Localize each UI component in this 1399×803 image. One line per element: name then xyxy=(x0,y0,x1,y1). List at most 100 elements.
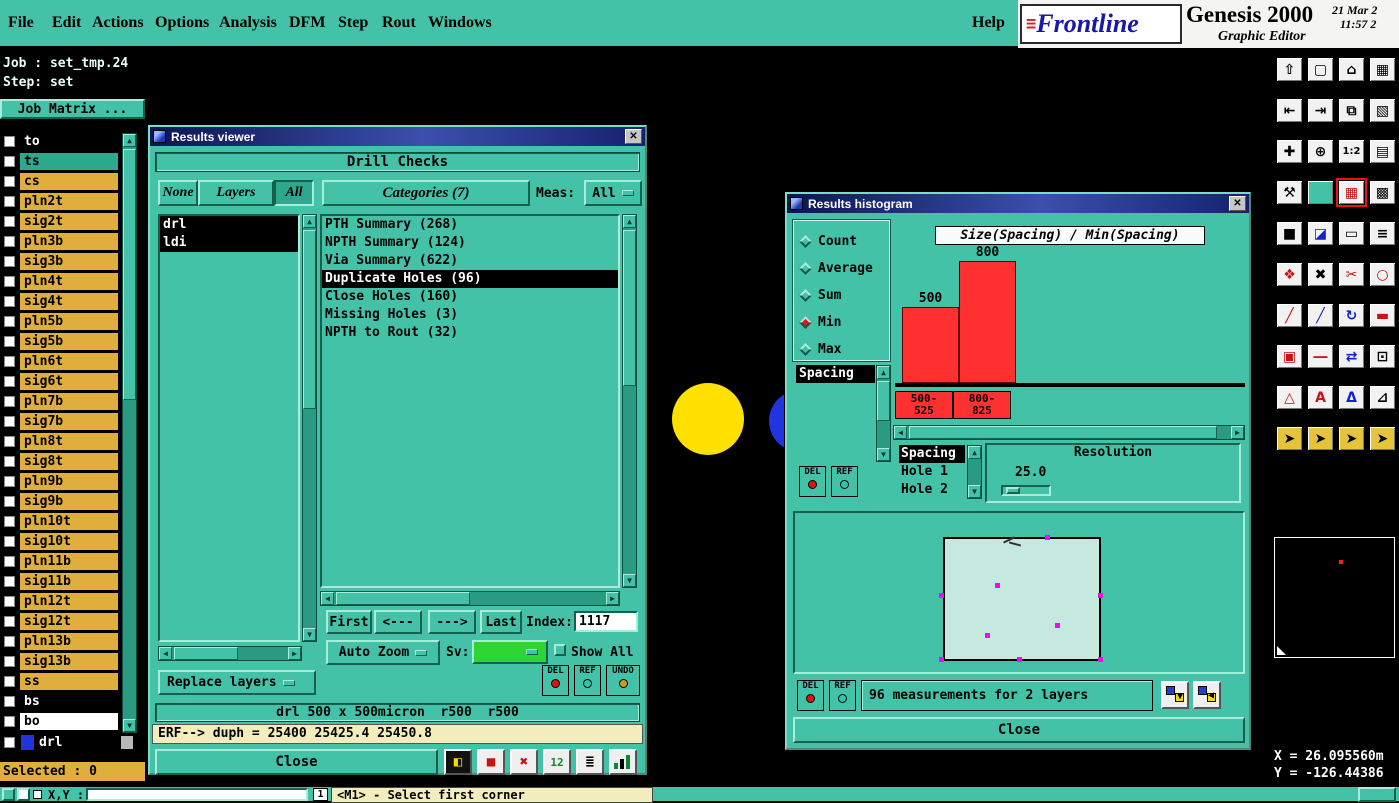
layer-checkbox[interactable] xyxy=(4,676,15,687)
layer-checkbox[interactable] xyxy=(4,536,15,547)
job-matrix-button[interactable]: Job Matrix ... xyxy=(0,99,145,119)
close-icon[interactable]: ✕ xyxy=(625,129,642,144)
tool-scale-button[interactable]: 1:2 xyxy=(1338,139,1365,164)
layer-checkbox[interactable] xyxy=(4,716,15,727)
layer-chip[interactable]: sig2t xyxy=(20,213,118,230)
tool-red-dash-button[interactable]: ― xyxy=(1307,344,1334,369)
layer-chip[interactable]: pln10t xyxy=(20,513,118,530)
tool-dock-right-button[interactable]: ⇥ xyxy=(1307,98,1334,123)
ref-button[interactable]: REF xyxy=(574,665,601,696)
layer-checkbox[interactable] xyxy=(4,737,15,748)
tool-swap-button[interactable]: ⇄ xyxy=(1338,344,1365,369)
layer-chip[interactable]: sig5b xyxy=(20,333,118,350)
menu-dfm[interactable]: DFM xyxy=(289,14,325,32)
layer-chip[interactable]: pln11b xyxy=(20,553,118,570)
layer-chip[interactable]: sig10t xyxy=(20,533,118,550)
scroll-down-icon[interactable]: ▼ xyxy=(623,574,636,587)
filter-none-button[interactable]: None xyxy=(158,180,198,206)
scroll-down-icon[interactable]: ▼ xyxy=(303,628,316,641)
tool-triangle-button[interactable]: △ xyxy=(1276,385,1303,410)
tool-angle-button[interactable]: ⊿ xyxy=(1369,385,1396,410)
layer-chip[interactable]: pln7b xyxy=(20,393,118,410)
sv-color-swatch[interactable] xyxy=(472,640,548,664)
tool-blank-button[interactable] xyxy=(1307,180,1334,205)
tool-cursor-1-button[interactable]: ➤ xyxy=(1276,426,1303,451)
tool-red-line-button[interactable]: ╱ xyxy=(1276,303,1303,328)
category-item[interactable]: NPTH Summary (124) xyxy=(322,234,618,252)
menu-windows[interactable]: Windows xyxy=(428,14,492,32)
stat-count[interactable]: Count xyxy=(799,228,889,255)
status-toggle-1[interactable] xyxy=(2,788,15,801)
layer-chip[interactable]: pln12t xyxy=(20,593,118,610)
category-item[interactable]: Close Holes (160) xyxy=(322,288,618,306)
layer-checkbox[interactable] xyxy=(4,196,15,207)
tool-blue-triangle-button[interactable]: Δ xyxy=(1338,385,1365,410)
layer-chip[interactable]: sig9b xyxy=(20,493,118,510)
replace-layers-dropdown[interactable]: Replace layers xyxy=(158,670,316,695)
menu-edit[interactable]: Edit xyxy=(52,14,81,32)
layer-checkbox[interactable] xyxy=(4,556,15,567)
categories-header-button[interactable]: Categories (7) xyxy=(322,180,530,206)
scroll-thumb[interactable] xyxy=(174,647,238,660)
param-scrollbar[interactable]: ▲ ▼ xyxy=(967,445,982,499)
xy-input[interactable] xyxy=(86,788,308,801)
layer-chip[interactable]: pln2t xyxy=(20,193,118,210)
layer-checkbox[interactable] xyxy=(4,216,15,227)
layer-chip[interactable]: sig4t xyxy=(20,293,118,310)
stat-average[interactable]: Average xyxy=(799,255,889,282)
layer-checkbox[interactable] xyxy=(4,156,15,167)
prev-button[interactable]: <--- xyxy=(374,610,422,634)
viewer-layer-item[interactable]: ldi xyxy=(160,234,298,252)
scroll-left-icon[interactable]: ◀ xyxy=(159,647,172,660)
filter-all-button[interactable]: All xyxy=(274,180,314,206)
layer-checkbox[interactable] xyxy=(4,416,15,427)
histogram-icon-button[interactable] xyxy=(609,749,637,775)
layer-chip[interactable]: sig13b xyxy=(20,653,118,670)
tool-red-pad-button[interactable]: ▣ xyxy=(1276,344,1303,369)
pan-to-results-icon-button[interactable]: ◀ xyxy=(1193,681,1221,709)
layer-chip[interactable]: bs xyxy=(20,693,118,710)
tool-screen-button[interactable]: ▢ xyxy=(1307,57,1334,82)
layer-checkbox[interactable] xyxy=(4,296,15,307)
tool-blue-line-button[interactable]: ╱ xyxy=(1307,303,1334,328)
layer-checkbox[interactable] xyxy=(4,516,15,527)
slider-thumb[interactable] xyxy=(1006,487,1020,494)
close-icon[interactable]: ✕ xyxy=(1229,196,1246,211)
tool-lines-button[interactable]: ≡ xyxy=(1369,221,1396,246)
tool-ruler-button[interactable]: ▭ xyxy=(1338,221,1365,246)
layer-checkbox[interactable] xyxy=(4,496,15,507)
tool-features-button[interactable]: ❖ xyxy=(1276,262,1303,287)
status-toggle-2[interactable] xyxy=(17,788,30,801)
scroll-thumb[interactable] xyxy=(303,230,316,409)
tool-home-button[interactable]: ⌂ xyxy=(1338,57,1365,82)
param-hole2[interactable]: Hole 2 xyxy=(899,481,965,499)
menu-file[interactable]: File xyxy=(8,14,34,32)
tool-red-grid-button[interactable]: ▦ xyxy=(1336,178,1367,207)
category-item[interactable]: PTH Summary (268) xyxy=(322,216,618,234)
layer-checkbox[interactable] xyxy=(4,396,15,407)
next-button[interactable]: ---> xyxy=(428,610,476,634)
tool-solid-square-button[interactable]: ■ xyxy=(1276,221,1303,246)
stat-min[interactable]: Min xyxy=(799,309,889,336)
viewer-layer-scrollbar[interactable]: ▲ ▼ xyxy=(302,214,317,642)
category-item[interactable]: NPTH to Rout (32) xyxy=(322,324,618,342)
viewer-layer-item[interactable]: drl xyxy=(160,216,298,234)
tool-dot-box-button[interactable]: ⊡ xyxy=(1369,344,1396,369)
layer-checkbox[interactable] xyxy=(4,236,15,247)
scroll-up-icon[interactable]: ▲ xyxy=(877,366,890,379)
scroll-down-icon[interactable]: ▼ xyxy=(123,719,136,732)
category-item-selected[interactable]: Duplicate Holes (96) xyxy=(322,270,618,288)
scroll-up-icon[interactable]: ▲ xyxy=(623,215,636,228)
layer-view-icon-button[interactable]: ◧ xyxy=(444,749,472,775)
layer-chip[interactable]: ts xyxy=(20,153,118,170)
category-item[interactable]: Missing Holes (3) xyxy=(322,306,618,324)
del-button[interactable]: DEL xyxy=(799,466,826,497)
menu-analysis[interactable]: Analysis xyxy=(219,14,277,32)
units-button[interactable] xyxy=(1358,787,1396,802)
first-button[interactable]: First xyxy=(326,610,372,634)
menu-actions[interactable]: Actions xyxy=(92,14,144,32)
param-spacing[interactable]: Spacing xyxy=(899,445,965,463)
overview-viewport[interactable] xyxy=(1274,537,1395,658)
layer-checkbox[interactable] xyxy=(4,256,15,267)
layer-checkbox[interactable] xyxy=(4,376,15,387)
